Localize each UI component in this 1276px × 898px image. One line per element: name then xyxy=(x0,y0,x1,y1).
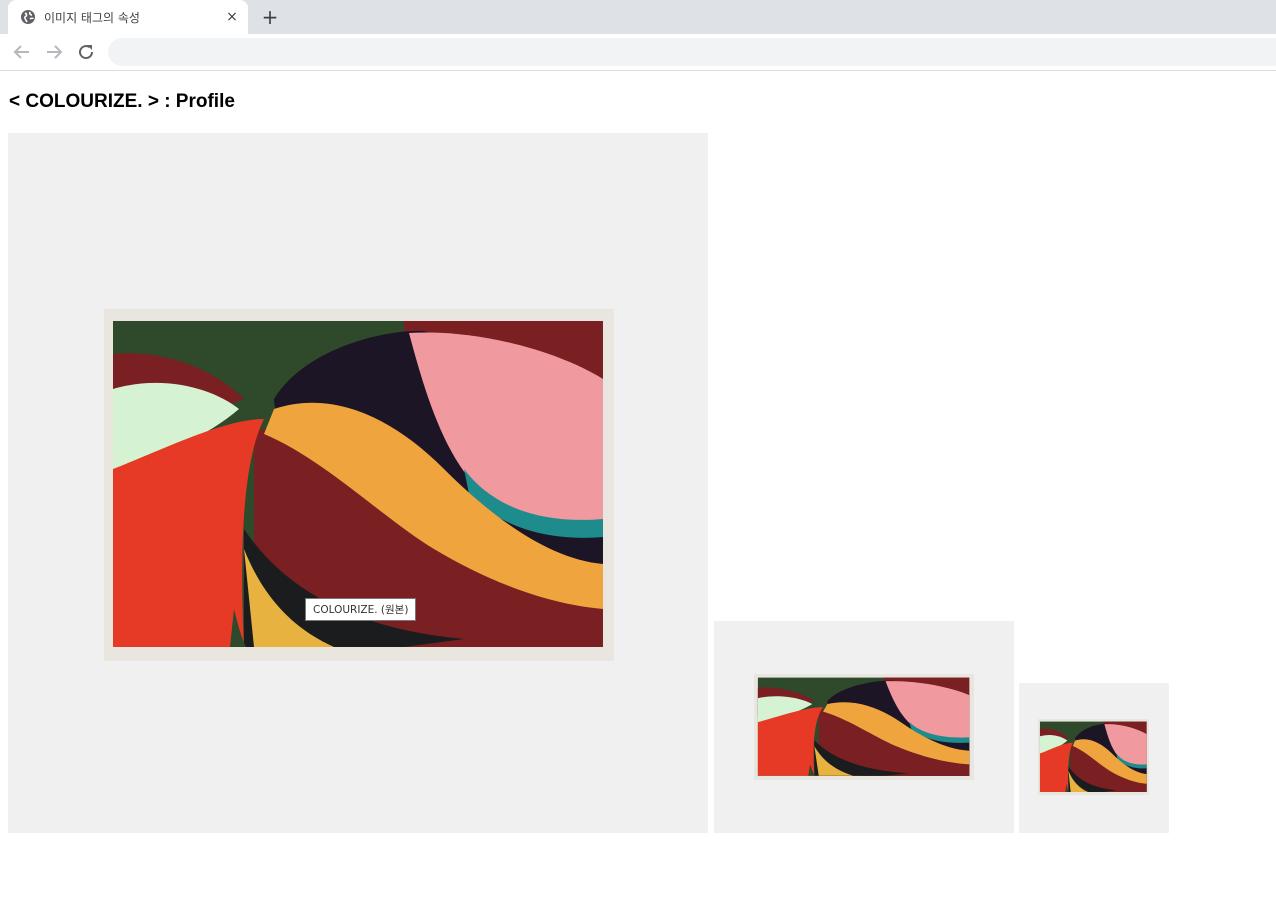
browser-tab[interactable]: 이미지 태그의 속성 × xyxy=(8,0,248,34)
globe-icon xyxy=(21,10,35,24)
image-tooltip: COLOURIZE. (원본) xyxy=(305,598,417,621)
browser-toolbar xyxy=(0,34,1276,71)
tab-title: 이미지 태그의 속성 xyxy=(44,11,140,25)
tab-strip: 이미지 태그의 속성 × + xyxy=(0,0,1276,34)
page-title: < COLOURIZE. > : Profile xyxy=(9,91,235,112)
address-bar[interactable] xyxy=(108,38,1276,66)
artwork-image xyxy=(754,674,974,780)
new-tab-button[interactable]: + xyxy=(258,5,282,29)
close-tab-icon[interactable]: × xyxy=(224,9,240,25)
image-small xyxy=(1019,683,1169,833)
arrow-right-icon[interactable] xyxy=(42,40,66,64)
arrow-left-icon[interactable] xyxy=(10,40,34,64)
image-original xyxy=(8,133,708,833)
reload-icon[interactable] xyxy=(74,40,98,64)
image-medium xyxy=(714,621,1014,833)
artwork-image xyxy=(1038,719,1149,795)
